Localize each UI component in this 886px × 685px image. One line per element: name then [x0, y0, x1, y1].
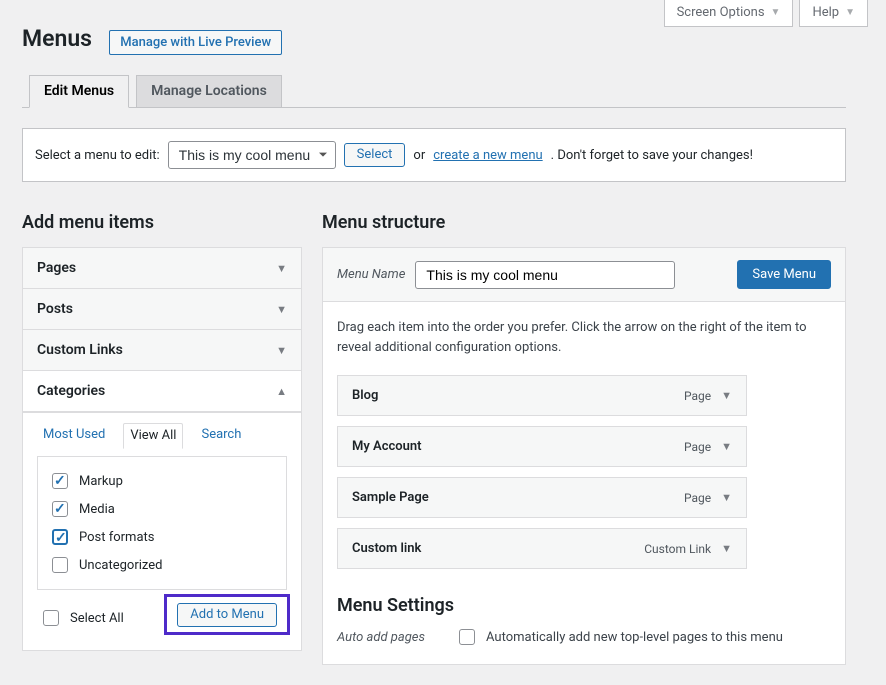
menu-item[interactable]: My Account Page ▼: [337, 426, 747, 467]
category-label: Media: [79, 502, 115, 517]
save-menu-button[interactable]: Save Menu: [737, 260, 831, 289]
tab-edit-menus[interactable]: Edit Menus: [29, 75, 129, 108]
panel-custom-links[interactable]: Custom Links▼: [23, 330, 301, 371]
chevron-down-icon[interactable]: ▼: [721, 440, 732, 453]
subtab-most-used[interactable]: Most Used: [37, 423, 111, 448]
category-checkbox[interactable]: [52, 473, 68, 489]
menu-structure-heading: Menu structure: [322, 212, 846, 233]
add-items-heading: Add menu items: [22, 212, 302, 233]
or-text: or: [413, 148, 425, 163]
menu-select[interactable]: This is my cool menu: [168, 141, 336, 169]
chevron-up-icon: ▲: [276, 385, 287, 398]
category-label: Markup: [79, 474, 123, 489]
reminder-text: . Don't forget to save your changes!: [551, 148, 753, 163]
category-item[interactable]: Markup: [48, 467, 276, 495]
menu-item-type: Page: [684, 491, 711, 505]
select-all-row[interactable]: Select All: [39, 604, 124, 632]
auto-add-label: Auto add pages: [337, 630, 437, 645]
category-checkbox[interactable]: [52, 529, 68, 545]
help-toggle[interactable]: Help▼: [799, 0, 868, 27]
select-all-checkbox[interactable]: [43, 610, 59, 626]
category-item[interactable]: Media: [48, 495, 276, 523]
subtab-view-all[interactable]: View All: [123, 423, 183, 449]
menu-item-type: Custom Link: [644, 542, 711, 556]
menu-item-type: Page: [684, 389, 711, 403]
menu-item[interactable]: Blog Page ▼: [337, 375, 747, 416]
chevron-down-icon[interactable]: ▼: [721, 542, 732, 555]
menu-item-type: Page: [684, 440, 711, 454]
chevron-down-icon: ▼: [845, 7, 855, 18]
menu-settings-heading: Menu Settings: [337, 595, 831, 616]
panel-pages[interactable]: Pages▼: [23, 248, 301, 289]
category-item[interactable]: Post formats: [48, 523, 276, 551]
panel-categories[interactable]: Categories▲: [23, 371, 301, 412]
manage-live-preview-button[interactable]: Manage with Live Preview: [109, 30, 282, 55]
screen-options-toggle[interactable]: Screen Options▼: [664, 0, 794, 27]
create-new-menu-link[interactable]: create a new menu: [433, 148, 542, 163]
panel-posts[interactable]: Posts▼: [23, 289, 301, 330]
menu-name-input[interactable]: [415, 261, 675, 289]
auto-add-row[interactable]: Automatically add new top-level pages to…: [455, 626, 783, 648]
chevron-down-icon: ▼: [276, 262, 287, 275]
chevron-down-icon: ▼: [276, 303, 287, 316]
menu-name-label: Menu Name: [337, 267, 405, 282]
category-checkbox[interactable]: [52, 501, 68, 517]
category-label: Post formats: [79, 530, 155, 545]
add-to-menu-button[interactable]: Add to Menu: [177, 603, 277, 627]
tab-manage-locations[interactable]: Manage Locations: [136, 75, 282, 108]
chevron-down-icon: ▼: [771, 7, 781, 18]
menu-item-title: My Account: [352, 439, 422, 454]
chevron-down-icon: ▼: [276, 344, 287, 357]
category-label: Uncategorized: [79, 558, 162, 573]
select-menu-label: Select a menu to edit:: [35, 148, 160, 163]
category-item[interactable]: Uncategorized: [48, 551, 276, 579]
menu-item[interactable]: Sample Page Page ▼: [337, 477, 747, 518]
auto-add-checkbox[interactable]: [459, 629, 475, 645]
menu-item-title: Blog: [352, 388, 378, 403]
select-button[interactable]: Select: [344, 143, 406, 167]
instructions-text: Drag each item into the order you prefer…: [337, 318, 831, 357]
menu-item-title: Sample Page: [352, 490, 429, 505]
page-title: Menus: [22, 16, 92, 56]
menu-item[interactable]: Custom link Custom Link ▼: [337, 528, 747, 569]
subtab-search[interactable]: Search: [195, 423, 247, 448]
menu-item-title: Custom link: [352, 541, 421, 556]
chevron-down-icon[interactable]: ▼: [721, 389, 732, 402]
category-checkbox[interactable]: [52, 557, 68, 573]
add-to-menu-highlight: Add to Menu: [164, 594, 290, 635]
chevron-down-icon[interactable]: ▼: [721, 491, 732, 504]
